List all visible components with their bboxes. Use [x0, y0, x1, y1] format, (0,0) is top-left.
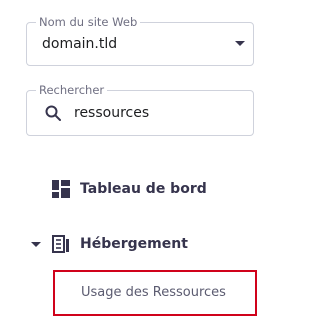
nav-item-resource-usage-label: Usage des Ressources: [81, 285, 226, 300]
website-select[interactable]: Nom du site Web domain.tld: [26, 15, 254, 66]
nav-item-resource-usage[interactable]: Usage des Ressources: [53, 270, 257, 316]
search-label: Rechercher: [36, 83, 108, 97]
nav-item-hosting[interactable]: Hébergement: [31, 235, 188, 253]
nav-item-dashboard-label: Tableau de bord: [80, 181, 207, 197]
caret-down-icon[interactable]: [31, 241, 41, 247]
nav-item-hosting-label: Hébergement: [80, 236, 188, 252]
sidebar: Nom du site Web domain.tld Rechercher re…: [0, 0, 298, 333]
chevron-down-icon[interactable]: [235, 41, 245, 46]
website-select-value: domain.tld: [42, 36, 118, 52]
nav-item-dashboard[interactable]: Tableau de bord: [52, 180, 207, 198]
search-input[interactable]: Rechercher ressources: [26, 83, 254, 136]
server-icon: [52, 235, 70, 253]
dashboard-grid-icon: [52, 180, 70, 198]
search-icon: [45, 105, 61, 121]
website-select-label: Nom du site Web: [36, 15, 141, 29]
search-value[interactable]: ressources: [74, 105, 149, 121]
